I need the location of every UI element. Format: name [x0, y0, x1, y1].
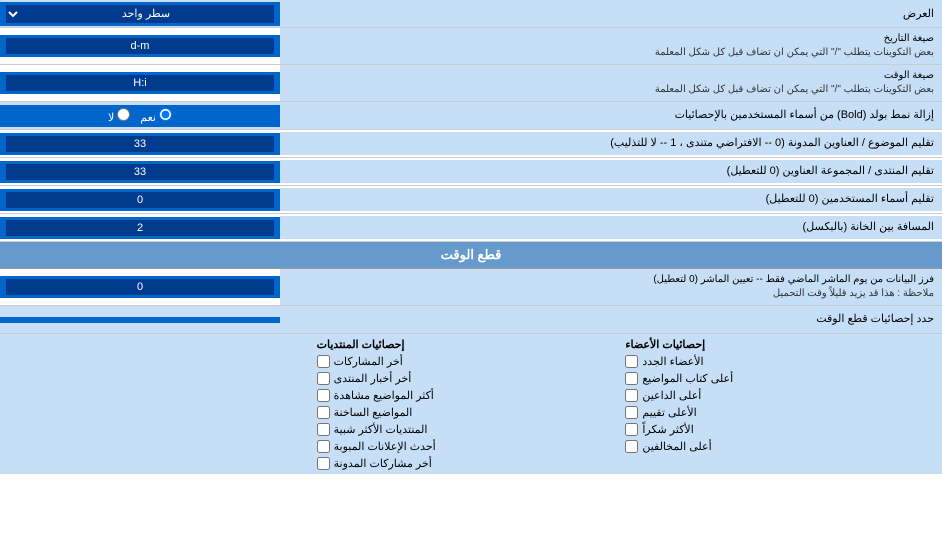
- top-rated-item[interactable]: الأعلى تقييم: [625, 406, 934, 419]
- forum-news-label: أخر أخبار المنتدى: [334, 372, 412, 385]
- time-cut-input-wrapper: [0, 276, 280, 298]
- forum-news-checkbox[interactable]: [317, 372, 330, 385]
- top-violators-checkbox[interactable]: [625, 440, 638, 453]
- time-cut-main-text: فرز البيانات من يوم الماشر الماضي فقط --…: [653, 274, 934, 285]
- most-viewed-checkbox[interactable]: [317, 389, 330, 402]
- last-blog-posts-label: أخر مشاركات المدونة: [334, 457, 432, 470]
- trim-subject-row: تقليم الموضوع / العناوين المدونة (0 -- ا…: [0, 130, 942, 158]
- bold-label: إزالة نمط بولد (Bold) من أسماء المستخدمي…: [280, 104, 942, 127]
- top-inviters-checkbox[interactable]: [625, 389, 638, 402]
- forum-news-item[interactable]: أخر أخبار المنتدى: [317, 372, 626, 385]
- bold-yes-label[interactable]: نعم: [140, 108, 172, 124]
- top-violators-item[interactable]: أعلى المخالفين: [625, 440, 934, 453]
- stats-limit-input-wrapper: [0, 317, 280, 323]
- top-inviters-label: أعلى الداعين: [642, 389, 701, 402]
- time-format-note: بعض التكوينات يتطلب "/" التي يمكن ان تضا…: [655, 84, 934, 95]
- main-container: العرض سطر واحد سطرين ثلاثة أسطر صيغة الت…: [0, 0, 942, 474]
- date-format-input[interactable]: [6, 38, 274, 54]
- bold-no-radio[interactable]: [117, 108, 130, 121]
- time-format-row: صيغة الوقت بعض التكوينات يتطلب "/" التي …: [0, 65, 942, 102]
- last-posts-checkbox[interactable]: [317, 355, 330, 368]
- new-members-item[interactable]: الأعضاء الجدد: [625, 355, 934, 368]
- top-rated-label: الأعلى تقييم: [642, 406, 696, 419]
- stats-limit-label: حدد إحصائيات قطع الوقت: [280, 308, 942, 331]
- most-similar-forums-label: المنتديات الأكثر شبية: [334, 423, 428, 436]
- bold-yes-radio[interactable]: [159, 108, 172, 121]
- latest-classifieds-checkbox[interactable]: [317, 440, 330, 453]
- bold-options: نعم لا: [0, 105, 280, 127]
- trim-forum-input-wrapper: [0, 161, 280, 183]
- date-format-title: صيغة التاريخ: [884, 33, 934, 44]
- time-cut-label: فرز البيانات من يوم الماشر الماضي فقط --…: [280, 269, 942, 305]
- display-select[interactable]: سطر واحد سطرين ثلاثة أسطر: [6, 5, 274, 23]
- hot-topics-checkbox[interactable]: [317, 406, 330, 419]
- most-similar-forums-checkbox[interactable]: [317, 423, 330, 436]
- most-viewed-item[interactable]: أكثر المواضيع مشاهدة: [317, 389, 626, 402]
- most-thanks-label: الأكثر شكراً: [642, 423, 693, 436]
- most-thanks-checkbox[interactable]: [625, 423, 638, 436]
- last-posts-label: أخر المشاركات: [334, 355, 403, 368]
- top-violators-label: أعلى المخالفين: [642, 440, 711, 453]
- stats-limit-row: حدد إحصائيات قطع الوقت: [0, 306, 942, 334]
- time-cut-input[interactable]: [6, 279, 274, 295]
- most-viewed-label: أكثر المواضيع مشاهدة: [334, 389, 434, 402]
- last-blog-posts-item[interactable]: أخر مشاركات المدونة: [317, 457, 626, 470]
- new-members-label: الأعضاء الجدد: [642, 355, 703, 368]
- date-format-label: صيغة التاريخ بعض التكوينات يتطلب "/" الت…: [280, 28, 942, 64]
- trim-subject-input[interactable]: [6, 136, 274, 152]
- spacing-label: المسافة بين الخانة (بالبكسل): [280, 216, 942, 239]
- new-members-checkbox[interactable]: [625, 355, 638, 368]
- date-format-note: بعض التكوينات يتطلب "/" التي يمكن ان تضا…: [655, 47, 934, 58]
- trim-names-input-wrapper: [0, 189, 280, 211]
- latest-classifieds-label: أحدث الإعلانات المبوبة: [334, 440, 436, 453]
- hot-topics-label: المواضيع الساخنة: [334, 406, 413, 419]
- time-format-input-wrapper: [0, 72, 280, 94]
- top-topic-writers-item[interactable]: أعلى كتاب المواضيع: [625, 372, 934, 385]
- trim-names-input[interactable]: [6, 192, 274, 208]
- top-topic-writers-checkbox[interactable]: [625, 372, 638, 385]
- trim-forum-label: تقليم المنتدى / المجموعة العناوين (0 للت…: [280, 160, 942, 183]
- spacing-input-wrapper: [0, 217, 280, 239]
- time-format-input[interactable]: [6, 75, 274, 91]
- empty-col: [8, 338, 317, 470]
- members-stats-header: إحصائيات الأعضاء: [625, 338, 934, 351]
- trim-subject-input-wrapper: [0, 133, 280, 155]
- display-select-wrapper: سطر واحد سطرين ثلاثة أسطر: [0, 2, 280, 26]
- time-format-label: صيغة الوقت بعض التكوينات يتطلب "/" التي …: [280, 65, 942, 101]
- members-stats-col: إحصائيات الأعضاء الأعضاء الجدد أعلى كتاب…: [625, 338, 934, 470]
- top-topic-writers-label: أعلى كتاب المواضيع: [642, 372, 733, 385]
- spacing-row: المسافة بين الخانة (بالبكسل): [0, 214, 942, 242]
- trim-forum-input[interactable]: [6, 164, 274, 180]
- date-format-input-wrapper: [0, 35, 280, 57]
- bold-no-label[interactable]: لا: [108, 108, 130, 124]
- time-format-title: صيغة الوقت: [884, 70, 934, 81]
- checkboxes-area: إحصائيات الأعضاء الأعضاء الجدد أعلى كتاب…: [0, 334, 942, 474]
- forums-stats-col: إحصائيات المنتديات أخر المشاركات أخر أخب…: [317, 338, 626, 470]
- hot-topics-item[interactable]: المواضيع الساخنة: [317, 406, 626, 419]
- last-blog-posts-checkbox[interactable]: [317, 457, 330, 470]
- time-cut-row: فرز البيانات من يوم الماشر الماضي فقط --…: [0, 269, 942, 306]
- trim-names-label: تقليم أسماء المستخدمين (0 للتعطيل): [280, 188, 942, 211]
- trim-names-row: تقليم أسماء المستخدمين (0 للتعطيل): [0, 186, 942, 214]
- date-format-row: صيغة التاريخ بعض التكوينات يتطلب "/" الت…: [0, 28, 942, 65]
- bold-row: إزالة نمط بولد (Bold) من أسماء المستخدمي…: [0, 102, 942, 130]
- display-row: العرض سطر واحد سطرين ثلاثة أسطر: [0, 0, 942, 28]
- top-inviters-item[interactable]: أعلى الداعين: [625, 389, 934, 402]
- trim-forum-row: تقليم المنتدى / المجموعة العناوين (0 للت…: [0, 158, 942, 186]
- most-similar-forums-item[interactable]: المنتديات الأكثر شبية: [317, 423, 626, 436]
- forums-stats-header: إحصائيات المنتديات: [317, 338, 626, 351]
- top-rated-checkbox[interactable]: [625, 406, 638, 419]
- spacing-input[interactable]: [6, 220, 274, 236]
- most-thanks-item[interactable]: الأكثر شكراً: [625, 423, 934, 436]
- time-cut-section-header: قطع الوقت: [0, 242, 942, 269]
- latest-classifieds-item[interactable]: أحدث الإعلانات المبوبة: [317, 440, 626, 453]
- last-posts-item[interactable]: أخر المشاركات: [317, 355, 626, 368]
- trim-subject-label: تقليم الموضوع / العناوين المدونة (0 -- ا…: [280, 132, 942, 155]
- display-label: العرض: [280, 3, 942, 24]
- time-cut-note: ملاحظة : هذا قد يزيد قليلاً وقت التحميل: [773, 288, 934, 299]
